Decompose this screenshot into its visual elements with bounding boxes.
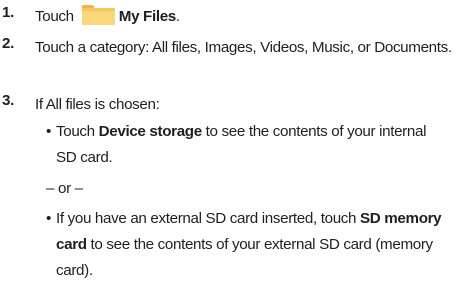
device-storage-label: Device storage	[98, 123, 203, 140]
step-number: 1.	[2, 4, 14, 21]
my-files-label: My Files	[118, 8, 176, 25]
step-text-pre: Touch	[35, 8, 74, 25]
bullet-glyph: •	[46, 210, 51, 227]
bullet-glyph: •	[46, 123, 51, 140]
step-text-post: .	[175, 8, 180, 25]
step-number: 2.	[2, 35, 14, 52]
folder-icon	[81, 5, 115, 25]
bullet-text: If you have an external SD card inserted…	[56, 210, 442, 279]
step-number: 3.	[2, 92, 14, 109]
step-text: Touch a category: All files, Images, Vid…	[35, 39, 452, 56]
step-text: If All files is chosen:	[35, 96, 160, 113]
step-text: Touch My Files.	[35, 4, 180, 30]
bullet-text: Touch Device storage to see the contents…	[56, 123, 427, 166]
or-separator: – or –	[46, 180, 83, 197]
document-page: 1. Touch My Files. 2. Touch a category: A…	[0, 0, 457, 305]
